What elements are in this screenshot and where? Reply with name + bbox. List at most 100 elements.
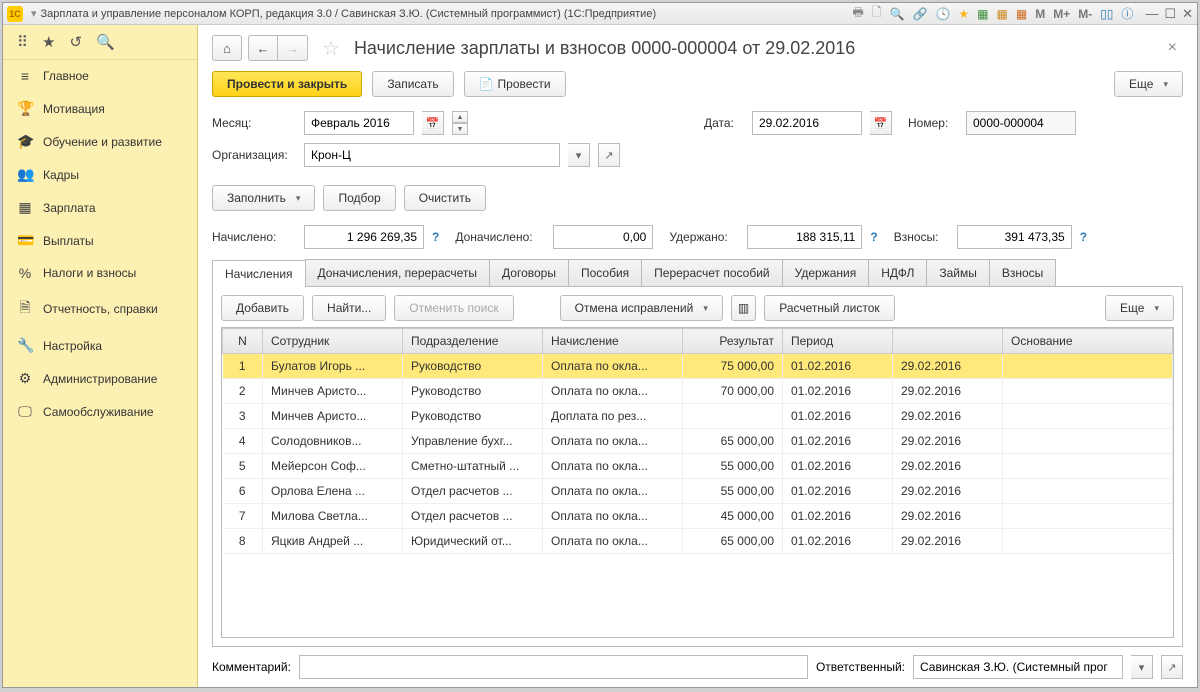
clock-icon[interactable]: 🕓 [935,7,950,21]
find-button[interactable]: Найти... [312,295,386,321]
month-down-icon[interactable]: ▼ [452,123,468,135]
print-icon[interactable]: 🖶 [853,3,864,24]
number-input[interactable] [966,111,1076,135]
sidebar-item-7[interactable]: 🗎Отчетность, справки [3,289,197,329]
date-input[interactable] [752,111,862,135]
table-row[interactable]: 3Минчев Аристо...РуководствоДоплата по р… [223,404,1173,429]
sidebar-item-4[interactable]: ▦Зарплата [3,191,197,224]
home-button[interactable]: ⌂ [212,35,242,61]
tab-2[interactable]: Договоры [489,259,569,286]
col-header[interactable]: Результат [683,329,783,354]
add-button[interactable]: Добавить [221,295,304,321]
tab-0[interactable]: Начисления [212,260,306,287]
tab-5[interactable]: Удержания [782,259,870,286]
sidebar-item-1[interactable]: 🏆Мотивация [3,92,197,125]
tab-8[interactable]: Взносы [989,259,1056,286]
apps-icon[interactable]: ⠿ [17,33,28,51]
doc-icon[interactable]: 🗋 [872,3,882,24]
col-header[interactable] [893,329,1003,354]
pick-button[interactable]: Подбор [323,185,395,211]
clear-button[interactable]: Очистить [404,185,486,211]
table-row[interactable]: 7Милова Светла...Отдел расчетов ...Оплат… [223,504,1173,529]
tab-6[interactable]: НДФЛ [868,259,927,286]
favorite-icon[interactable]: ★ [42,33,55,51]
post-and-close-button[interactable]: Провести и закрыть [212,71,362,97]
withheld-help-icon[interactable]: ? [870,230,877,244]
sidebar-item-2[interactable]: 🎓Обучение и развитие [3,125,197,158]
fill-button[interactable]: Заполнить [212,185,315,211]
minimize-icon[interactable]: — [1145,6,1158,22]
search-icon[interactable]: 🔍 [890,7,905,21]
accrued-help-icon[interactable]: ? [432,230,439,244]
m-plus-button[interactable]: M+ [1053,7,1070,21]
responsible-open-icon[interactable]: ↗ [1161,655,1183,679]
forward-button[interactable]: → [278,35,308,61]
month-up-icon[interactable]: ▲ [452,111,468,123]
contrib-help-icon[interactable]: ? [1080,230,1087,244]
table-row[interactable]: 8Яцкив Андрей ...Юридический от...Оплата… [223,529,1173,554]
nav-search-icon[interactable]: 🔍 [96,33,115,51]
month-input[interactable] [304,111,414,135]
responsible-dropdown-icon[interactable]: ▾ [1131,655,1153,679]
sidebar-item-3[interactable]: 👥Кадры [3,158,197,191]
col-header[interactable]: Сотрудник [263,329,403,354]
sidebar-item-label: Налоги и взносы [43,266,136,280]
m-minus-button[interactable]: M- [1078,7,1092,21]
table-row[interactable]: 1Булатов Игорь ...РуководствоОплата по о… [223,354,1173,379]
comment-input[interactable] [299,655,808,679]
col-header[interactable]: Основание [1003,329,1173,354]
org-open-icon[interactable]: ↗ [598,143,620,167]
panels-icon[interactable]: ▯▯ [1100,7,1113,21]
col-header[interactable]: Начисление [543,329,683,354]
tab-4[interactable]: Перерасчет пособий [641,259,782,286]
responsible-input[interactable] [913,655,1123,679]
tab-1[interactable]: Доначисления, перерасчеты [305,259,490,286]
calendar2-icon[interactable]: ▦ [1016,7,1027,21]
cancel-fix-button[interactable]: Отмена исправлений [560,295,723,321]
org-input[interactable] [304,143,560,167]
more-button[interactable]: Еще [1114,71,1183,97]
accrued-input[interactable] [304,225,424,249]
col-header[interactable]: Период [783,329,893,354]
sidebar-item-0[interactable]: ≡Главное [3,60,197,92]
sidebar-item-6[interactable]: %Налоги и взносы [3,257,197,289]
sidebar-item-9[interactable]: ⚙Администрирование [3,362,197,395]
extra-input[interactable] [553,225,653,249]
accruals-table[interactable]: NСотрудникПодразделениеНачислениеРезульт… [221,327,1174,638]
sidebar-item-5[interactable]: 💳Выплаты [3,224,197,257]
table-row[interactable]: 6Орлова Елена ...Отдел расчетов ...Оплат… [223,479,1173,504]
payslip-button[interactable]: Расчетный листок [764,295,894,321]
favorite-toggle-icon[interactable]: ☆ [322,36,340,61]
back-button[interactable]: ← [248,35,278,61]
calendar-icon[interactable]: ▦ [997,7,1008,21]
table-row[interactable]: 4Солодовников...Управление бухг...Оплата… [223,429,1173,454]
link-icon[interactable]: 🔗 [912,7,927,21]
tab-7[interactable]: Займы [926,259,990,286]
tab-more-button[interactable]: Еще [1105,295,1174,321]
m-button[interactable]: M [1035,7,1045,21]
columns-icon[interactable]: ▥ [731,295,756,321]
close-icon[interactable]: ✕ [1182,6,1193,22]
month-picker-icon[interactable]: 📅 [422,111,444,135]
write-button[interactable]: Записать [372,71,453,97]
maximize-icon[interactable]: ☐ [1164,6,1176,22]
date-picker-icon[interactable]: 📅 [870,111,892,135]
info-icon[interactable]: ⓘ [1121,5,1133,22]
tab-3[interactable]: Пособия [568,259,642,286]
org-dropdown-icon[interactable]: ▾ [568,143,590,167]
post-button[interactable]: 📄Провести [464,71,566,97]
col-header[interactable]: Подразделение [403,329,543,354]
app-menu-dropdown-icon[interactable]: ▾ [31,7,37,20]
cancel-search-button[interactable]: Отменить поиск [394,295,513,321]
history-icon[interactable]: ↺ [69,33,82,51]
page-close-icon[interactable]: × [1162,39,1183,57]
sidebar-item-10[interactable]: 🖵Самообслуживание [3,395,197,428]
withheld-input[interactable] [747,225,862,249]
col-header[interactable]: N [223,329,263,354]
sidebar-item-8[interactable]: 🔧Настройка [3,329,197,362]
table-row[interactable]: 5Мейерсон Соф...Сметно-штатный ...Оплата… [223,454,1173,479]
table-row[interactable]: 2Минчев Аристо...РуководствоОплата по ок… [223,379,1173,404]
calc-icon[interactable]: ▦ [977,7,988,21]
contrib-input[interactable] [957,225,1072,249]
star-icon[interactable]: ★ [958,7,969,21]
